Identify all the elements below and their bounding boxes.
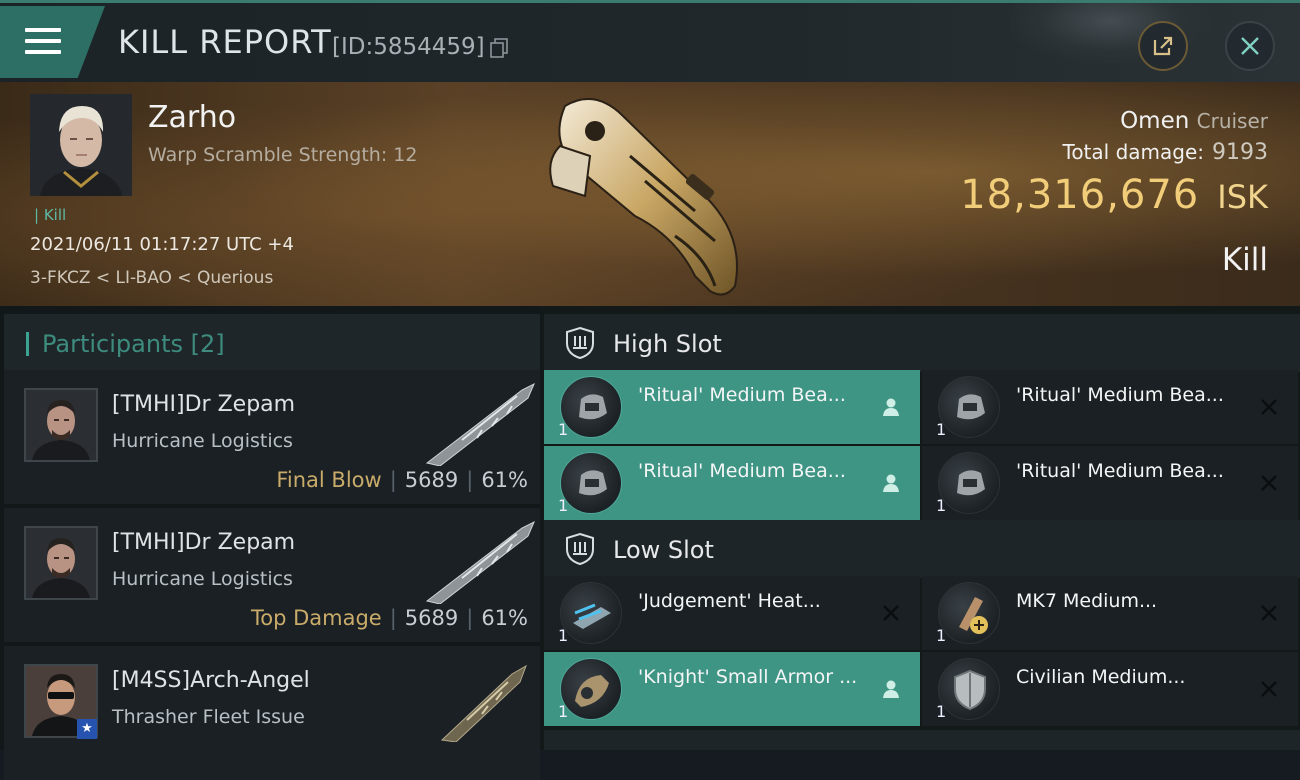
victim-summary: Zarho Warp Scramble Strength: 12 | Kill … xyxy=(0,82,1300,306)
module-name: 'Ritual' Medium Bea... xyxy=(1016,384,1224,406)
star-badge-icon: ★ xyxy=(77,719,97,739)
module-name: Civilian Medium... xyxy=(1016,666,1186,688)
copy-icon[interactable] xyxy=(490,38,508,58)
participant-ship-image xyxy=(425,382,535,466)
participants-header: Participants [2] xyxy=(4,314,540,372)
module-qty: 1 xyxy=(936,496,947,515)
isk-value: 18,316,676 ISK xyxy=(960,172,1268,218)
warp-scramble: Warp Scramble Strength: 12 xyxy=(148,144,418,166)
module-qty: 1 xyxy=(558,496,569,515)
participants-title: Participants [2] xyxy=(42,330,225,358)
module-qty: 1 xyxy=(558,702,569,721)
participant-stats: Final Blow | 5689 | 61% xyxy=(276,468,528,492)
high-slot-label: High Slot xyxy=(613,330,722,358)
shield-icon xyxy=(938,658,1000,720)
hamburger-icon xyxy=(25,28,61,61)
beam-laser-icon xyxy=(938,452,1000,514)
fitting-panel: High Slot 1 'Ritual' Medium Bea... 1 'Ri… xyxy=(540,306,1300,750)
module-qty: 1 xyxy=(558,420,569,439)
header-accent-bar xyxy=(26,332,29,356)
kill-tag: | Kill xyxy=(34,206,67,224)
avatar xyxy=(24,388,98,462)
pilot-avatar xyxy=(30,94,132,196)
participants-panel: Participants [2] [TMHI]Dr Zepam Hurrican… xyxy=(0,306,540,780)
module-name: 'Judgement' Heat... xyxy=(638,590,821,612)
destroyed-x-icon xyxy=(1261,605,1277,621)
share-icon xyxy=(1153,36,1173,56)
participant-ship-image xyxy=(425,520,535,604)
victim-portrait[interactable] xyxy=(30,94,132,196)
module-item[interactable]: 1 MK7 Medium... xyxy=(922,576,1298,650)
module-qty: 1 xyxy=(936,702,947,721)
module-qty: 1 xyxy=(936,420,947,439)
participant-ship-image xyxy=(440,664,527,742)
heat-sink-icon xyxy=(560,582,622,644)
high-slot-header: High Slot xyxy=(544,314,1300,372)
participant-ship[interactable]: Hurricane Logistics xyxy=(112,430,293,452)
module-item[interactable]: 1 'Ritual' Medium Bea... xyxy=(922,370,1298,444)
destroyed-x-icon xyxy=(1261,475,1277,491)
module-item[interactable]: 1 'Ritual' Medium Bea... xyxy=(544,370,920,444)
participant-ship[interactable]: Hurricane Logistics xyxy=(112,568,293,590)
menu-button[interactable] xyxy=(0,6,105,78)
close-button[interactable] xyxy=(1225,21,1275,71)
low-slot-header: Low Slot xyxy=(544,520,1300,578)
person-icon xyxy=(883,680,899,698)
module-item[interactable]: 1 'Ritual' Medium Bea... xyxy=(922,446,1298,520)
participant-row[interactable]: ★ [M4SS]Arch-Angel Thrasher Fleet Issue xyxy=(4,646,540,780)
module-qty: 1 xyxy=(936,626,947,645)
participant-name[interactable]: [TMHI]Dr Zepam xyxy=(112,392,295,417)
module-item[interactable]: 1 'Ritual' Medium Bea... xyxy=(544,446,920,520)
page-title: KILL REPORT xyxy=(118,23,332,61)
beam-laser-icon xyxy=(938,376,1000,438)
module-name: 'Ritual' Medium Bea... xyxy=(638,384,846,406)
module-qty: 1 xyxy=(558,626,569,645)
ship-image[interactable] xyxy=(535,86,765,301)
destroyed-x-icon xyxy=(1261,681,1277,697)
participant-name[interactable]: [TMHI]Dr Zepam xyxy=(112,530,295,555)
kill-location[interactable]: 3-FKCZ < LI-BAO < Querious xyxy=(30,268,273,288)
low-slot-icon xyxy=(566,532,594,566)
low-slot-label: Low Slot xyxy=(613,536,714,564)
ship-name[interactable]: Omen Cruiser xyxy=(1120,108,1268,134)
armor-module-icon xyxy=(560,658,622,720)
share-button[interactable] xyxy=(1138,21,1188,71)
top-bar: KILL REPORT [ID:5854459] xyxy=(0,0,1300,82)
participant-row[interactable]: [TMHI]Dr Zepam Hurricane Logistics Final… xyxy=(4,370,540,504)
module-item[interactable]: 1 Civilian Medium... xyxy=(922,652,1298,726)
module-name: 'Knight' Small Armor ... xyxy=(638,666,858,688)
module-name: 'Ritual' Medium Bea... xyxy=(1016,460,1224,482)
kill-result: Kill xyxy=(1221,242,1268,278)
total-damage: Total damage: 9193 xyxy=(1062,140,1269,165)
participant-stats: Top Damage | 5689 | 61% xyxy=(250,606,528,630)
module-name: MK7 Medium... xyxy=(1016,590,1158,612)
participant-ship[interactable]: Thrasher Fleet Issue xyxy=(112,706,305,728)
high-slot-icon xyxy=(566,326,594,360)
beam-laser-icon xyxy=(560,376,622,438)
module-name: 'Ritual' Medium Bea... xyxy=(638,460,846,482)
participant-name[interactable]: [M4SS]Arch-Angel xyxy=(112,668,310,693)
kill-datetime: 2021/06/11 01:17:27 UTC +4 xyxy=(30,234,294,255)
close-icon xyxy=(1241,37,1259,55)
destroyed-x-icon xyxy=(883,605,899,621)
next-slot-header xyxy=(544,730,1300,750)
avatar xyxy=(24,526,98,600)
person-icon xyxy=(883,474,899,492)
destroyed-x-icon xyxy=(1261,399,1277,415)
beam-laser-icon xyxy=(560,452,622,514)
victim-name[interactable]: Zarho xyxy=(148,100,236,135)
person-icon xyxy=(883,398,899,416)
module-item[interactable]: 1 'Knight' Small Armor ... xyxy=(544,652,920,726)
module-item[interactable]: 1 'Judgement' Heat... xyxy=(544,576,920,650)
armor-repairer-icon xyxy=(938,582,1000,644)
participant-row[interactable]: [TMHI]Dr Zepam Hurricane Logistics Top D… xyxy=(4,508,540,642)
report-id: [ID:5854459] xyxy=(332,34,485,60)
